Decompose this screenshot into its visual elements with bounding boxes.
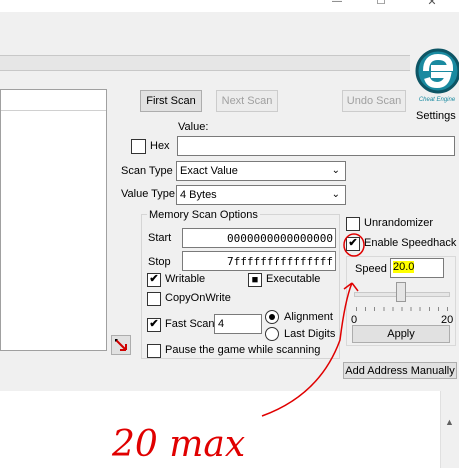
annotation-handwritten-text: 20 max	[111, 424, 245, 465]
annotation-circle	[343, 233, 365, 257]
annotation-overlay: 20 max	[111, 233, 365, 465]
annotation-arrow	[261, 282, 359, 417]
